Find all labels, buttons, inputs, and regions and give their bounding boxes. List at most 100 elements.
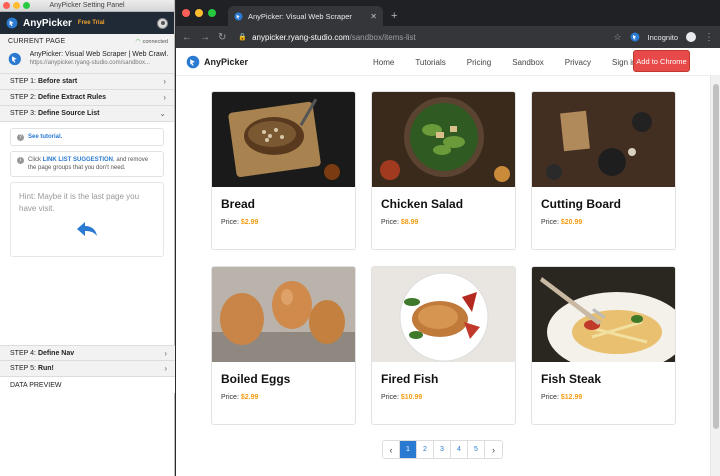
tutorial-link[interactable]: See tutorial.: [28, 133, 62, 141]
page-5-button[interactable]: 5: [468, 441, 485, 458]
nav-sandbox[interactable]: Sandbox: [512, 58, 544, 67]
bread-image: [212, 92, 355, 187]
browser-window-controls: [182, 9, 216, 17]
product-name: Boiled Eggs: [221, 372, 291, 386]
product-card[interactable]: Fish Steak Price: $12.99: [531, 266, 676, 425]
prev-page-button[interactable]: ‹: [383, 441, 400, 458]
page-1-button[interactable]: 1: [400, 441, 417, 458]
chevron-right-icon: ›: [164, 348, 167, 358]
nav-home[interactable]: Home: [373, 58, 394, 67]
url-path: /sandbox/items-list: [349, 32, 416, 42]
instruction-prefix: Click: [28, 157, 41, 163]
maximize-window-button[interactable]: [23, 2, 30, 9]
price-label: Price:: [381, 219, 399, 226]
panel-titlebar: AnyPicker Setting Panel: [0, 0, 174, 12]
current-page-label: CURRENT PAGE: [8, 38, 66, 45]
product-price: Price: $20.99: [541, 219, 675, 226]
instruction-text: Click LINK LIST SUGGESTION, and remove t…: [28, 156, 157, 172]
price-label: Price:: [221, 394, 239, 401]
step-5[interactable]: STEP 5: Run! ›: [0, 361, 175, 377]
step-1-label: Before start: [37, 78, 78, 85]
step-3[interactable]: STEP 3: Define Source List ⌄: [0, 106, 174, 122]
panel-brand: AnyPicker: [23, 17, 72, 29]
forward-icon[interactable]: →: [200, 32, 210, 43]
page-scrollbar[interactable]: [710, 76, 720, 476]
bookmark-star-icon[interactable]: ☆: [613, 32, 621, 43]
product-card[interactable]: Bread Price: $2.99: [211, 91, 356, 250]
browser-maximize-button[interactable]: [208, 9, 216, 17]
step-1-prefix: STEP 1:: [10, 78, 36, 85]
step-3-label: Define Source List: [37, 110, 100, 117]
product-price: Price: $2.99: [221, 394, 355, 401]
step-2-label: Define Extract Rules: [37, 94, 107, 101]
chevron-right-icon: ›: [163, 77, 166, 86]
price-label: Price:: [541, 219, 559, 226]
browser-menu-icon[interactable]: ⋮: [704, 32, 714, 43]
site-brand[interactable]: AnyPicker: [204, 57, 248, 67]
browser-window: AnyPicker: Visual Web Scraper ✕ + ← → ↻ …: [176, 0, 720, 476]
trial-badge: Free Trial: [77, 20, 105, 26]
product-name: Fired Fish: [381, 372, 439, 386]
site-logo-icon[interactable]: [186, 55, 200, 69]
url-domain: anypicker.ryang-studio.com: [252, 32, 350, 42]
nav-pricing[interactable]: Pricing: [467, 58, 491, 67]
pagination: ‹ 1 2 3 4 5 ›: [382, 440, 503, 459]
add-to-chrome-label: Add to Chrome: [636, 56, 687, 66]
product-card[interactable]: Chicken Salad Price: $8.99: [371, 91, 516, 250]
current-page-title: AnyPicker: Visual Web Scraper | Web Craw…: [29, 51, 168, 58]
product-price: Price: $8.99: [381, 219, 515, 226]
tab-favicon-icon: [234, 11, 243, 21]
product-price: Price: $10.99: [381, 394, 515, 401]
nav-tutorials[interactable]: Tutorials: [415, 58, 445, 67]
link-list-suggestion-link[interactable]: LINK LIST SUGGESTION: [43, 157, 113, 163]
close-tab-icon[interactable]: ✕: [370, 12, 377, 21]
minimize-window-button[interactable]: [13, 2, 20, 9]
price-value: $2.99: [240, 394, 259, 401]
price-value: $12.99: [560, 394, 583, 401]
price-value: $8.99: [400, 219, 419, 226]
browser-tab[interactable]: AnyPicker: Visual Web Scraper ✕: [228, 6, 383, 26]
close-window-button[interactable]: [3, 2, 10, 9]
data-preview-label[interactable]: DATA PREVIEW: [0, 377, 175, 393]
browser-minimize-button[interactable]: [195, 9, 203, 17]
step-4[interactable]: STEP 4: Define Nav ›: [0, 345, 175, 361]
reload-icon[interactable]: ↻: [218, 32, 226, 43]
fish-steak-image: [532, 267, 675, 362]
incognito-label: Incognito: [647, 32, 678, 42]
step-2[interactable]: STEP 2: Define Extract Rules ›: [0, 90, 174, 106]
price-value: $10.99: [400, 394, 423, 401]
instruction-box: i Click LINK LIST SUGGESTION, and remove…: [10, 151, 164, 177]
product-card[interactable]: Fired Fish Price: $10.99: [371, 266, 516, 425]
user-avatar[interactable]: [157, 17, 168, 29]
next-page-button[interactable]: ›: [485, 441, 502, 458]
incognito-icon[interactable]: [686, 32, 696, 42]
add-to-chrome-button[interactable]: Add to Chrome: [633, 50, 690, 72]
browser-close-button[interactable]: [182, 9, 190, 17]
site-nav-links: Home Tutorials Pricing Sandbox Privacy S…: [373, 48, 657, 76]
current-page-url: https://anypicker.ryang-studio.com/sandb…: [29, 60, 150, 66]
product-price: Price: $2.99: [221, 219, 355, 226]
chevron-down-icon: ⌄: [159, 109, 166, 118]
nav-privacy[interactable]: Privacy: [565, 58, 591, 67]
product-price: Price: $12.99: [541, 394, 675, 401]
step-5-prefix: STEP 5:: [10, 365, 36, 372]
boiled-eggs-image: [212, 267, 355, 362]
page-4-button[interactable]: 4: [451, 441, 468, 458]
connection-status: ◠ connected: [135, 38, 168, 46]
price-label: Price:: [381, 394, 399, 401]
step-1[interactable]: STEP 1: Before start ›: [0, 74, 174, 90]
chevron-right-icon: ›: [164, 364, 167, 373]
page-3-button[interactable]: 3: [434, 441, 451, 458]
product-card[interactable]: Boiled Eggs Price: $2.99: [211, 266, 356, 425]
back-arrow-icon: [77, 222, 97, 236]
anypicker-extension-icon[interactable]: [630, 32, 640, 42]
product-card[interactable]: Cutting Board Price: $20.99: [531, 91, 676, 250]
address-bar-row: ← → ↻ 🔒 anypicker.ryang-studio.com/sandb…: [176, 26, 720, 48]
tab-bar: AnyPicker: Visual Web Scraper ✕ +: [176, 0, 720, 26]
back-icon[interactable]: ←: [182, 32, 192, 43]
page-2-button[interactable]: 2: [417, 441, 434, 458]
new-tab-button[interactable]: +: [391, 10, 397, 22]
scrollbar-thumb[interactable]: [713, 84, 719, 429]
anypicker-logo-icon: [6, 17, 18, 29]
url-field[interactable]: 🔒 anypicker.ryang-studio.com/sandbox/ite…: [234, 29, 605, 45]
